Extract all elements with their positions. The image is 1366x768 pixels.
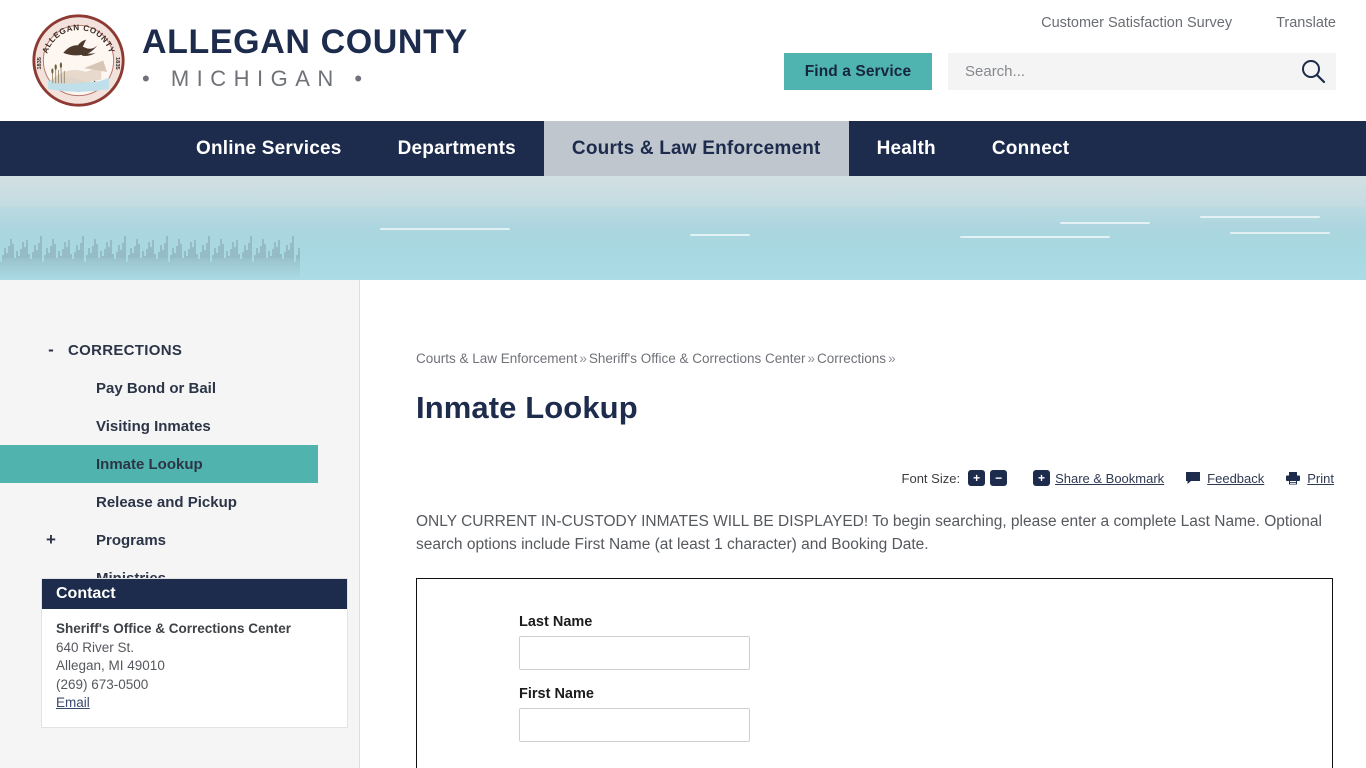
- contact-heading: Contact: [56, 585, 116, 602]
- nav-item-departments[interactable]: Departments: [370, 121, 544, 176]
- printer-icon: [1285, 471, 1301, 485]
- breadcrumb-separator: »: [888, 351, 896, 366]
- sidebar-item-label: Release and Pickup: [96, 493, 237, 511]
- translate-link[interactable]: Translate: [1276, 15, 1336, 31]
- last-name-input[interactable]: [519, 636, 750, 670]
- feedback-icon: [1185, 471, 1201, 485]
- page-title: Inmate Lookup: [416, 390, 638, 425]
- page-body: - CORRECTIONS Pay Bond or Bail Visiting Inm…: [0, 280, 1366, 768]
- contact-city-state-zip: Allegan, MI 49010: [56, 658, 165, 673]
- svg-text:1835: 1835: [114, 57, 120, 70]
- hero-wave: [960, 236, 1110, 238]
- sidebar-item-release-and-pickup[interactable]: Release and Pickup: [0, 483, 359, 521]
- sidebar-item-programs[interactable]: + Programs: [0, 521, 359, 559]
- intro-paragraph: ONLY CURRENT IN-CUSTODY INMATES WILL BE …: [416, 513, 1322, 553]
- print-button[interactable]: Print: [1285, 471, 1334, 486]
- hero-banner-image: [0, 176, 1366, 280]
- hero-wave: [1230, 232, 1330, 234]
- font-size-label: Font Size:: [901, 470, 961, 486]
- customer-satisfaction-survey-link[interactable]: Customer Satisfaction Survey: [1041, 15, 1232, 31]
- nav-item-health[interactable]: Health: [849, 121, 964, 176]
- hero-wave: [380, 228, 510, 230]
- plus-icon: +: [1033, 470, 1051, 486]
- collapse-toggle-icon[interactable]: -: [44, 341, 58, 358]
- share-and-bookmark-label: Share & Bookmark: [1055, 470, 1165, 486]
- sidebar-item-inmate-lookup[interactable]: Inmate Lookup: [0, 445, 318, 483]
- expand-toggle-icon[interactable]: +: [44, 531, 58, 548]
- last-name-label: Last Name: [519, 614, 593, 630]
- breadcrumb-separator: »: [807, 351, 816, 366]
- page-tools-toolbar: Font Size: + − + Share & Bookmark Feedba…: [416, 470, 1334, 486]
- feedback-label: Feedback: [1207, 470, 1265, 486]
- contact-email-link[interactable]: Email: [56, 694, 90, 713]
- contact-card-body: Sheriff's Office & Corrections Center 64…: [42, 609, 347, 727]
- sidebar-item-label: Inmate Lookup: [96, 455, 203, 473]
- share-and-bookmark-button[interactable]: + Share & Bookmark: [1033, 470, 1164, 486]
- brand-subtitle: • MICHIGAN •: [142, 66, 370, 91]
- feedback-button[interactable]: Feedback: [1185, 471, 1264, 486]
- sidebar-item-label: Programs: [96, 531, 167, 549]
- sidebar-item-label: Pay Bond or Bail: [96, 379, 217, 397]
- nav-item-connect[interactable]: Connect: [964, 121, 1097, 176]
- hero-wave: [1200, 216, 1320, 218]
- breadcrumb-separator: »: [579, 351, 587, 366]
- sidebar-nav-list: - CORRECTIONS Pay Bond or Bail Visiting Inm…: [0, 331, 359, 597]
- sidebar-item-label: Visiting Inmates: [96, 417, 211, 435]
- sidebar-item-pay-bond-or-bail[interactable]: Pay Bond or Bail: [0, 369, 359, 407]
- first-name-label: First Name: [519, 686, 594, 702]
- breadcrumb-item-3[interactable]: Corrections: [817, 351, 886, 366]
- inmate-search-form: Last Name First Name: [416, 578, 1333, 768]
- allegan-county-seal-icon: ALLEGAN COUNTY MICHIGAN 1835 1835: [32, 14, 125, 107]
- search-submit-button[interactable]: [1298, 57, 1328, 87]
- svg-text:1835: 1835: [37, 57, 43, 70]
- nav-item-courts-law-enforcement[interactable]: Courts & Law Enforcement: [543, 121, 849, 176]
- brand-title: ALLEGAN COUNTY: [142, 23, 468, 61]
- sidebar-item-visiting-inmates[interactable]: Visiting Inmates: [0, 407, 359, 445]
- print-label: Print: [1307, 470, 1334, 486]
- contact-office-name: Sheriff's Office & Corrections Center: [56, 621, 292, 636]
- breadcrumb-item-2[interactable]: Sheriff's Office & Corrections Center: [589, 351, 806, 366]
- font-size-decrease-button[interactable]: −: [990, 470, 1008, 486]
- nav-item-online-services[interactable]: Online Services: [168, 121, 370, 176]
- hero-sky: [0, 176, 1366, 208]
- sidebar-item-corrections[interactable]: - CORRECTIONS: [0, 331, 359, 369]
- last-name-field-group: Last Name: [519, 614, 1332, 670]
- contact-street: 640 River St.: [56, 639, 135, 655]
- breadcrumb-item-1[interactable]: Courts & Law Enforcement: [416, 351, 577, 366]
- contact-card-header: Contact: [42, 579, 347, 609]
- site-header: ALLEGAN COUNTY MICHIGAN 1835 1835: [0, 0, 1366, 121]
- hero-wave: [1060, 222, 1150, 224]
- hero-wave: [690, 234, 750, 236]
- site-logo-link[interactable]: ALLEGAN COUNTY MICHIGAN 1835 1835: [31, 12, 126, 109]
- search-icon: [1302, 60, 1326, 84]
- first-name-field-group: First Name: [519, 686, 1332, 742]
- first-name-input[interactable]: [519, 708, 750, 742]
- utility-links: Customer Satisfaction Survey Translate: [1041, 15, 1336, 31]
- hero-sand: [0, 258, 1366, 280]
- contact-phone: (269) 673-0500: [56, 676, 149, 692]
- find-a-service-button[interactable]: Find a Service: [784, 53, 932, 90]
- site-search: [948, 53, 1336, 90]
- breadcrumb: Courts & Law Enforcement» Sheriff's Offic…: [416, 350, 1334, 368]
- main-navigation: Online Services Departments Courts & Law…: [0, 121, 1366, 176]
- main-content: Courts & Law Enforcement» Sheriff's Offic…: [360, 280, 1366, 768]
- header-search-row: Find a Service: [784, 53, 1336, 90]
- site-brand: ALLEGAN COUNTY • MICHIGAN •: [142, 22, 468, 94]
- font-size-increase-button[interactable]: +: [968, 470, 986, 486]
- contact-card: Contact Sheriff's Office & Corrections C…: [41, 578, 348, 728]
- sidebar-item-label: CORRECTIONS: [68, 341, 183, 359]
- search-input[interactable]: [948, 53, 1278, 90]
- section-sidebar: - CORRECTIONS Pay Bond or Bail Visiting Inm…: [0, 280, 360, 768]
